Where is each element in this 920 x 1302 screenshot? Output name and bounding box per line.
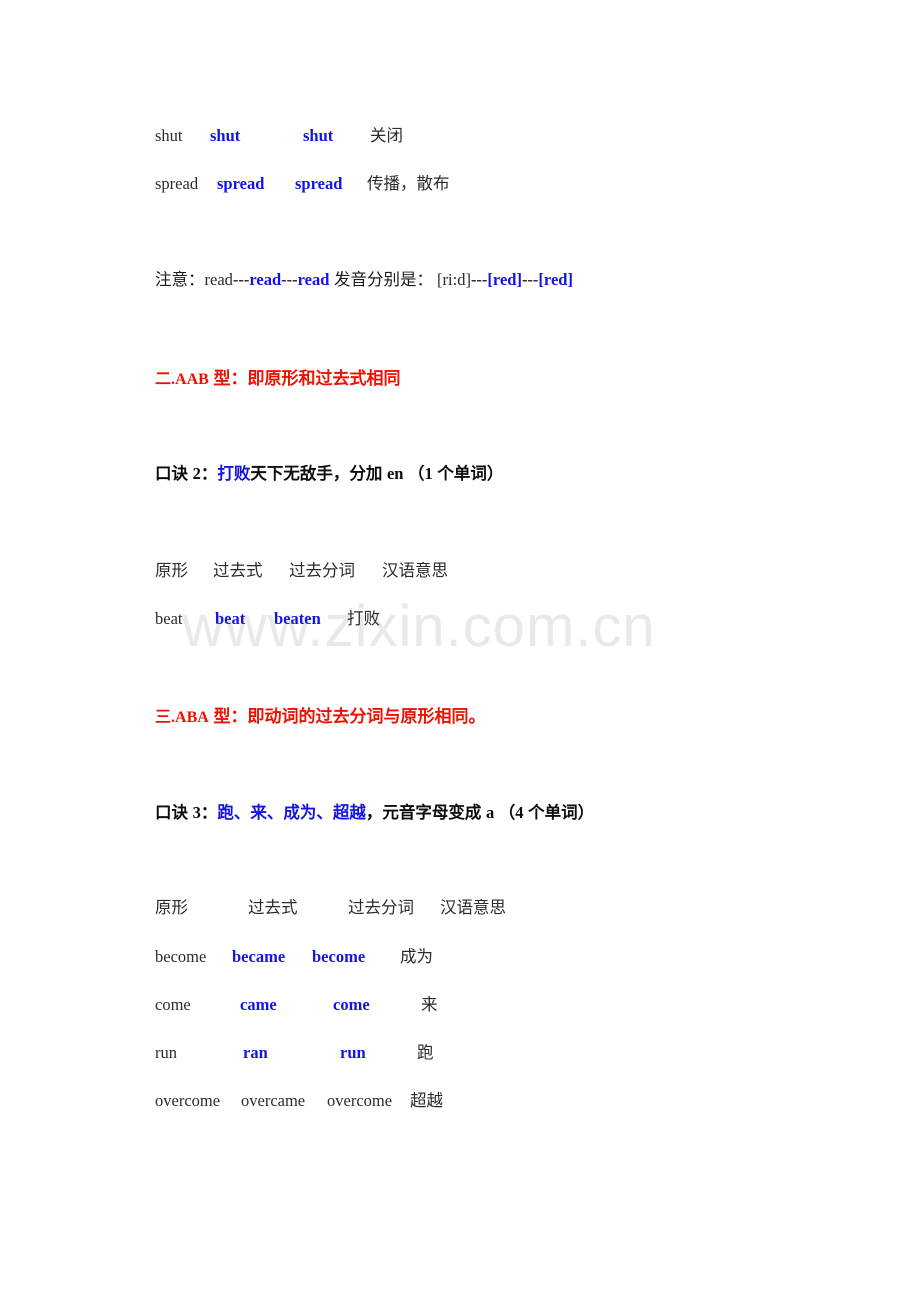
mnemonic-rest-a: 天下无敌手，分加: [250, 465, 383, 483]
verb-meaning: 打败: [347, 610, 380, 628]
mnemonic-rest-b: 个单词: [437, 465, 487, 483]
note-phonetic-1: [ri:d]: [437, 270, 471, 289]
section-heading-aba: 三.ABA 型：即动词的过去分词与原形相同。: [155, 708, 486, 726]
column-header-past: 过去式: [248, 899, 298, 917]
note-lead: 注意：: [155, 271, 205, 289]
section-text: 型：即原形和过去式相同: [213, 369, 401, 388]
verb-participle: beaten: [274, 609, 321, 628]
note-dash-2: ---: [281, 270, 298, 289]
verb-meaning: 跑: [417, 1044, 434, 1062]
verb-participle: overcome: [327, 1091, 393, 1110]
mnemonic-colon: ：: [200, 804, 218, 822]
mnemonic-highlight: 打败: [217, 465, 251, 483]
verb-base: become: [155, 947, 207, 966]
column-header-participle: 过去分词: [348, 899, 414, 917]
section-text: 型：即动词的过去分词与原形相同。: [213, 707, 486, 726]
verb-base: run: [155, 1043, 177, 1062]
note-phon-dash-2: ---: [521, 270, 539, 289]
verb-meaning: 成为: [400, 948, 433, 966]
verb-base: overcome: [155, 1091, 221, 1110]
mnemonic-highlight: 跑、来、成为、超越: [217, 804, 366, 822]
column-header-meaning: 汉语意思: [440, 899, 506, 917]
verb-past: ran: [243, 1043, 268, 1062]
note-word-2: read: [249, 270, 282, 289]
verb-meaning: 来: [421, 996, 438, 1014]
mnemonic-latin: en: [386, 464, 404, 483]
verb-participle: become: [312, 947, 366, 966]
section-type: ABA: [175, 709, 209, 726]
mnemonic-paren-open: （: [498, 804, 516, 822]
watermark: www.zixin.com.cn: [182, 594, 656, 659]
note-dash-1: ---: [232, 270, 250, 289]
mnemonic-paren-close: ）: [486, 465, 504, 483]
verb-participle: come: [333, 995, 370, 1014]
mnemonic-count: 1: [424, 464, 433, 483]
mnemonic-label: 口诀: [155, 804, 188, 822]
column-header-meaning: 汉语意思: [382, 562, 448, 580]
note-middle: 发音分别是：: [329, 271, 434, 289]
column-header-participle: 过去分词: [289, 562, 355, 580]
section-number: 三.: [155, 709, 176, 726]
mnemonic-number: 2: [192, 464, 201, 483]
verb-past: overcame: [241, 1091, 306, 1110]
verb-past: beat: [215, 609, 246, 628]
verb-participle: run: [340, 1043, 366, 1062]
verb-past: became: [232, 947, 286, 966]
note-word-3: read: [297, 270, 330, 289]
verb-base: come: [155, 995, 191, 1014]
column-header-base: 原形: [155, 899, 188, 917]
verb-past: shut: [210, 126, 241, 145]
verb-meaning: 关闭: [370, 127, 403, 145]
note-phonetic-3: [red]: [538, 270, 573, 289]
mnemonic-3: 口诀 3：跑、来、成为、超越，元音字母变成 a （4 个单词）: [155, 803, 595, 822]
mnemonic-2: 口诀 2：打败天下无敌手，分加 en （1 个单词）: [155, 464, 504, 483]
document-page: www.zixin.com.cn shut shut shut 关闭 sprea…: [0, 0, 920, 1302]
section-heading-aab: 二.AAB 型：即原形和过去式相同: [155, 370, 401, 388]
verb-meaning: 超越: [410, 1092, 443, 1110]
verb-base: spread: [155, 174, 199, 193]
mnemonic-count: 4: [515, 803, 524, 822]
mnemonic-latin: a: [485, 803, 495, 822]
verb-meaning: 传播，散布: [367, 175, 450, 193]
verb-base: shut: [155, 126, 183, 145]
pronunciation-note: 注意：read---read---read 发音分别是： [ri:d]---[r…: [155, 270, 573, 289]
mnemonic-number: 3: [192, 803, 201, 822]
verb-past: spread: [217, 174, 265, 193]
verb-participle: shut: [303, 126, 334, 145]
verb-past: came: [240, 995, 277, 1014]
verb-participle: spread: [295, 174, 343, 193]
mnemonic-rest-a: ，元音字母变成: [365, 804, 482, 822]
note-phonetic-2: [red]: [487, 270, 522, 289]
mnemonic-paren-open: （: [408, 465, 425, 483]
section-number: 二.: [155, 371, 176, 388]
mnemonic-label: 口诀: [155, 465, 188, 483]
note-phon-dash-1: ---: [470, 270, 488, 289]
mnemonic-colon: ：: [200, 465, 218, 483]
column-header-base: 原形: [155, 562, 188, 580]
mnemonic-rest-b: 个单词: [528, 804, 578, 822]
section-type: AAB: [175, 371, 209, 388]
note-word-1: read: [204, 270, 233, 289]
verb-base: beat: [155, 609, 183, 628]
mnemonic-paren-close: ）: [577, 804, 595, 822]
column-header-past: 过去式: [213, 562, 263, 580]
